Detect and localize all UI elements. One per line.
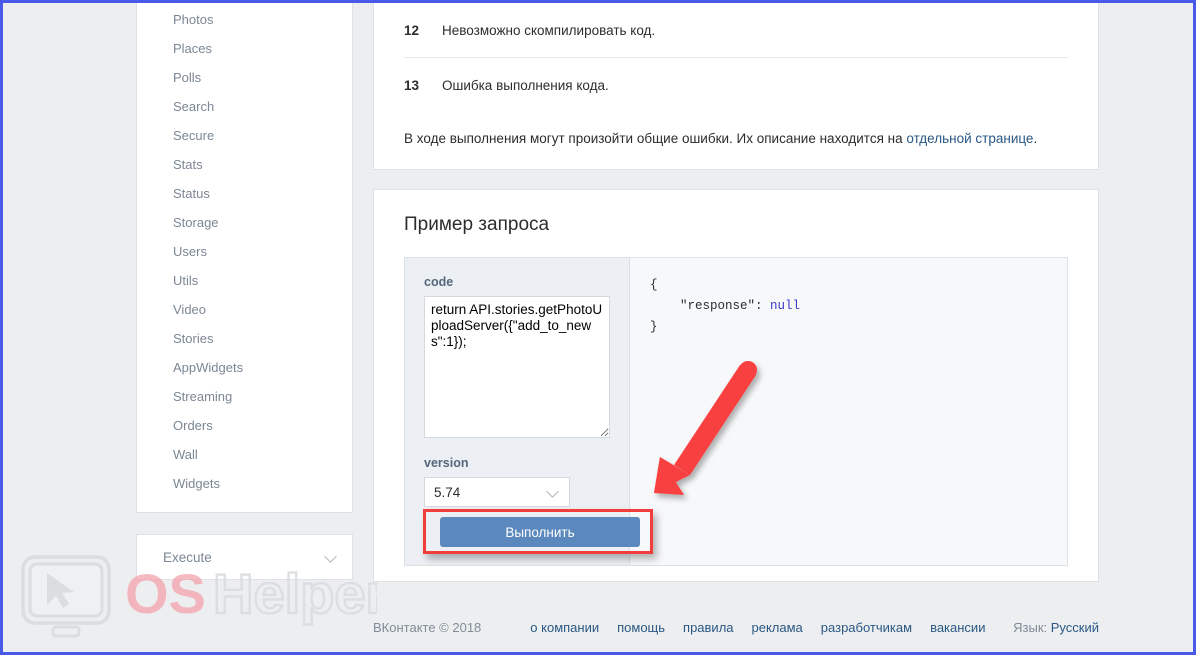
table-row: 13 Ошибка выполнения кода. xyxy=(404,58,1068,113)
sidebar-item-photos[interactable]: Photos xyxy=(137,5,352,34)
execute-request-button[interactable]: Выполнить xyxy=(440,517,640,547)
sidebar-item-label: Search xyxy=(173,99,215,114)
json-line-close: } xyxy=(650,320,658,334)
sidebar-item-search[interactable]: Search xyxy=(137,92,352,121)
chevron-down-icon xyxy=(547,486,560,499)
footer-links: о компании помощь правила реклама разраб… xyxy=(530,620,985,635)
sidebar-item-label: Secure xyxy=(173,128,215,143)
sidebar-item-label: Storage xyxy=(173,215,219,230)
response-panel: { "response": null } xyxy=(629,258,1067,565)
separate-page-link[interactable]: отдельной странице xyxy=(906,131,1033,146)
version-select[interactable]: 5.74 xyxy=(424,477,570,507)
sidebar-item-label: Widgets xyxy=(173,476,220,491)
error-description: Ошибка выполнения кода. xyxy=(442,78,609,93)
execute-dropdown-label: Execute xyxy=(163,549,212,565)
sidebar-item-wall[interactable]: Wall xyxy=(137,440,352,469)
footer-link-about[interactable]: о компании xyxy=(530,620,599,635)
request-example-card: Пример запроса code version 5.74 Выполни… xyxy=(373,189,1099,582)
sidebar-item-orders[interactable]: Orders xyxy=(137,411,352,440)
footer-link-rules[interactable]: правила xyxy=(683,620,733,635)
language-value: Русский xyxy=(1050,620,1099,635)
json-line-open: { xyxy=(650,278,658,292)
error-codes-card: 12 Невозможно скомпилировать код. 13 Оши… xyxy=(373,3,1099,170)
request-example-body: code version 5.74 Выполнить { "response" xyxy=(404,257,1068,566)
footer: ВКонтакте © 2018 о компании помощь прави… xyxy=(373,603,1099,652)
sidebar-item-secure[interactable]: Secure xyxy=(137,121,352,150)
footer-link-developers[interactable]: разработчикам xyxy=(821,620,912,635)
sidebar-item-widgets[interactable]: Widgets xyxy=(137,469,352,498)
json-response-value: null xyxy=(770,299,801,313)
note-text-after: . xyxy=(1033,131,1038,146)
sidebar-item-storage[interactable]: Storage xyxy=(137,208,352,237)
request-form-panel: code version 5.74 Выполнить xyxy=(405,258,653,565)
sidebar-item-label: Status xyxy=(173,186,210,201)
sidebar-item-stats[interactable]: Stats xyxy=(137,150,352,179)
error-code: 13 xyxy=(404,78,420,93)
sidebar-item-label: Stats xyxy=(173,157,203,172)
sidebar-item-stories[interactable]: Stories xyxy=(137,324,352,353)
table-row: 12 Невозможно скомпилировать код. xyxy=(404,3,1068,58)
sidebar-item-label: Stories xyxy=(173,331,214,346)
language-switcher[interactable]: Язык: Русский xyxy=(1013,620,1099,635)
sidebar-item-polls[interactable]: Polls xyxy=(137,63,352,92)
execute-dropdown[interactable]: Execute xyxy=(136,534,353,580)
response-json-output: { "response": null } xyxy=(650,275,1047,338)
sidebar-item-label: Wall xyxy=(173,447,198,462)
monitor-cursor-icon xyxy=(21,555,111,638)
language-label: Язык: xyxy=(1013,620,1051,635)
red-arrow-annotation xyxy=(654,361,757,495)
page-title: Пример запроса xyxy=(404,214,550,235)
sidebar-item-label: Places xyxy=(173,41,213,56)
sidebar-nav-card: Photos Places Polls Search Secure Stats … xyxy=(136,3,353,513)
error-description: Невозможно скомпилировать код. xyxy=(442,22,656,38)
footer-link-ads[interactable]: реклама xyxy=(752,620,803,635)
version-field-label: version xyxy=(424,456,469,470)
error-code: 12 xyxy=(404,22,420,38)
sidebar-item-utils[interactable]: Utils xyxy=(137,266,352,295)
json-response-key: "response": xyxy=(650,299,771,313)
submit-area: Выполнить xyxy=(423,509,653,554)
sidebar: Photos Places Polls Search Secure Stats … xyxy=(136,3,353,580)
sidebar-item-label: Users xyxy=(173,244,207,259)
sidebar-item-label: Photos xyxy=(173,12,214,27)
footer-link-help[interactable]: помощь xyxy=(617,620,665,635)
page-root: Photos Places Polls Search Secure Stats … xyxy=(3,3,1193,652)
sidebar-item-label: Utils xyxy=(173,273,199,288)
sidebar-item-label: Polls xyxy=(173,70,202,85)
sidebar-item-label: Streaming xyxy=(173,389,233,404)
code-input[interactable] xyxy=(424,296,610,438)
sidebar-item-appwidgets[interactable]: AppWidgets xyxy=(137,353,352,382)
sidebar-item-status[interactable]: Status xyxy=(137,179,352,208)
sidebar-item-video[interactable]: Video xyxy=(137,295,352,324)
general-errors-note: В ходе выполнения могут произойти общие … xyxy=(404,113,1068,148)
version-selected-value: 5.74 xyxy=(434,484,461,500)
copyright-text: ВКонтакте © 2018 xyxy=(373,620,482,635)
chevron-down-icon xyxy=(325,551,338,564)
sidebar-item-label: Orders xyxy=(173,418,213,433)
sidebar-item-users[interactable]: Users xyxy=(137,237,352,266)
sidebar-item-label: Video xyxy=(173,302,207,317)
footer-link-jobs[interactable]: вакансии xyxy=(930,620,985,635)
note-text-before: В ходе выполнения могут произойти общие … xyxy=(404,131,907,146)
main-content: 12 Невозможно скомпилировать код. 13 Оши… xyxy=(373,3,1099,582)
sidebar-item-label: AppWidgets xyxy=(173,360,244,375)
sidebar-item-streaming[interactable]: Streaming xyxy=(137,382,352,411)
code-field-label: code xyxy=(424,275,454,289)
sidebar-item-places[interactable]: Places xyxy=(137,34,352,63)
